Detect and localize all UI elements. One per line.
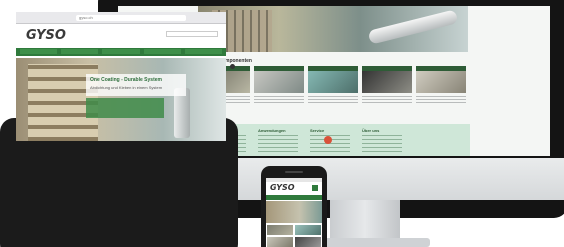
gyso-logo[interactable]: GYSO bbox=[270, 183, 295, 192]
tile[interactable] bbox=[267, 237, 293, 247]
nav-item[interactable] bbox=[102, 49, 140, 54]
nav-item[interactable] bbox=[143, 49, 181, 54]
component-card[interactable] bbox=[308, 66, 358, 104]
nav-item[interactable] bbox=[184, 49, 223, 54]
iphone-tiles bbox=[267, 225, 321, 247]
hero-banner: One Coating - Durable System Abdichtung … bbox=[86, 74, 186, 96]
footer-column: Über uns bbox=[362, 128, 402, 153]
main-nav bbox=[16, 48, 226, 56]
address-bar[interactable]: gyso.ch bbox=[76, 15, 186, 21]
hero-subtitle: Abdichtung und Kleben in einem System bbox=[90, 85, 163, 90]
ipad-hero-image: One Coating - Durable System Abdichtung … bbox=[16, 58, 226, 141]
footer-column: Anwendungen bbox=[258, 128, 298, 153]
tile[interactable] bbox=[295, 237, 321, 247]
hero-title: One Coating - Durable System bbox=[90, 77, 162, 83]
hero-green-panel bbox=[86, 98, 164, 118]
search-input[interactable] bbox=[166, 31, 218, 37]
menu-icon[interactable] bbox=[312, 185, 318, 191]
imac-hero-image bbox=[198, 6, 468, 52]
iphone-status-bar bbox=[266, 178, 322, 182]
gyso-logo[interactable]: GYSO bbox=[26, 28, 66, 43]
ipad-home-button bbox=[230, 64, 235, 69]
imac-footer: Produkte Anwendungen Service Über uns bbox=[200, 124, 470, 156]
tile[interactable] bbox=[267, 225, 293, 235]
component-card[interactable] bbox=[254, 66, 304, 104]
iphone-hero-image bbox=[266, 201, 322, 223]
sealant-tube-graphic bbox=[367, 9, 459, 45]
imac-component-thumbnails bbox=[200, 66, 470, 104]
ipad-browser-bar: gyso.ch bbox=[16, 12, 226, 24]
nav-item[interactable] bbox=[20, 49, 58, 54]
iphone-speaker bbox=[285, 171, 303, 173]
iphone-screen: GYSO bbox=[266, 178, 322, 247]
footer-badge-icon bbox=[324, 136, 332, 144]
ipad-screen: gyso.ch GYSO One Coating - Durable Syste… bbox=[16, 12, 226, 141]
iphone-nav-bar bbox=[266, 195, 322, 200]
component-card[interactable] bbox=[362, 66, 412, 104]
nav-item[interactable] bbox=[61, 49, 99, 54]
tile[interactable] bbox=[295, 225, 321, 235]
component-card[interactable] bbox=[416, 66, 466, 104]
